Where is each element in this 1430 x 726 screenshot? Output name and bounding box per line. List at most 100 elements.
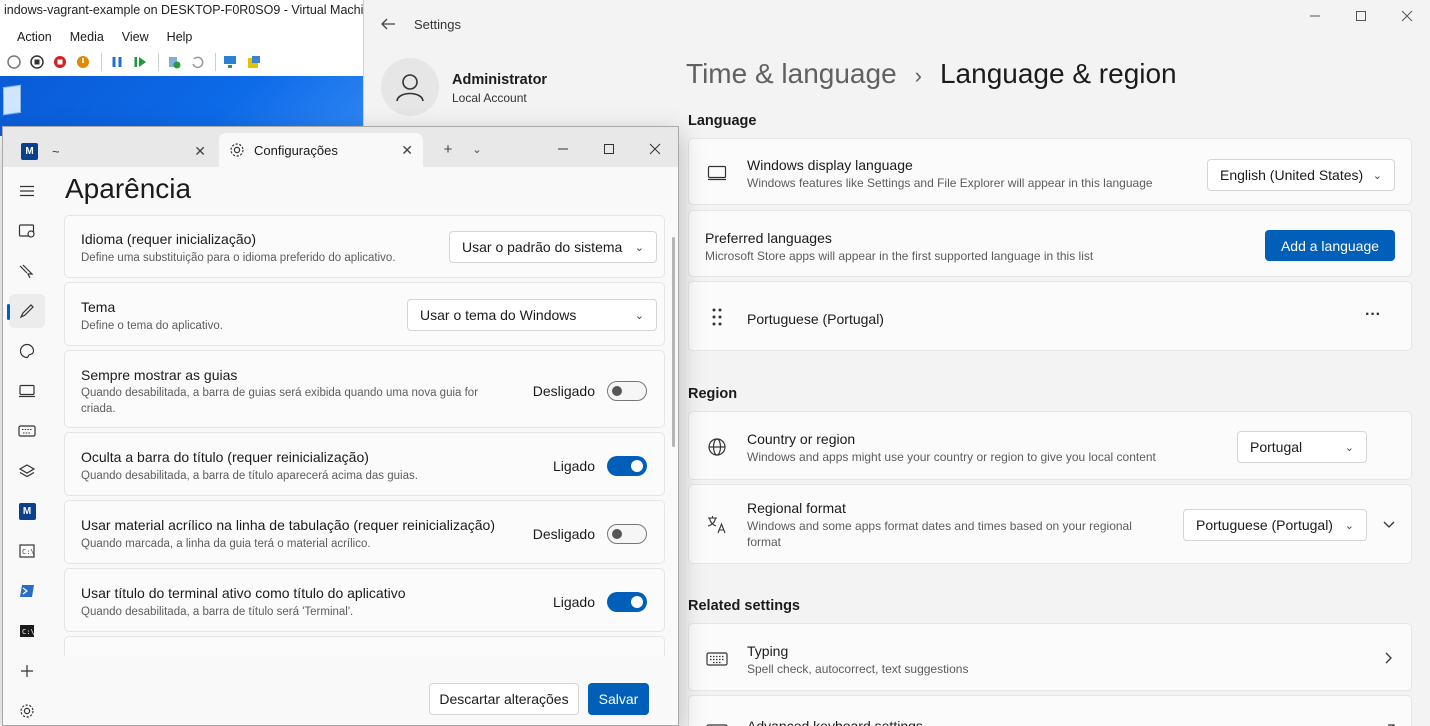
nav-add-profile-icon[interactable] — [9, 654, 45, 688]
monitor-icon — [705, 163, 729, 183]
country-region-subtitle: Windows and apps might use your country … — [747, 450, 1156, 464]
resume-icon[interactable] — [130, 52, 150, 72]
typing-card[interactable]: Typing Spell check, autocorrect, text su… — [688, 623, 1412, 691]
setting-subtitle: Define o tema do aplicativo. — [81, 320, 223, 332]
dropdown-chevron-icon[interactable]: ⌄ — [465, 135, 489, 163]
account-type: Local Account — [452, 91, 527, 105]
keyboard-icon — [705, 648, 729, 670]
menu-media[interactable]: Media — [61, 28, 113, 48]
tab-settings[interactable]: Configurações ✕ — [219, 133, 423, 167]
pause-icon[interactable] — [107, 52, 127, 72]
nav-appearance-icon[interactable] — [7, 294, 45, 328]
turn-off-icon[interactable] — [50, 52, 70, 72]
language-name: Portuguese (Portugal) — [747, 311, 884, 327]
drag-handle-icon[interactable] — [707, 306, 727, 328]
menu-action[interactable]: Action — [8, 28, 61, 48]
nav-color-schemes-icon[interactable] — [9, 334, 45, 368]
enhanced-session-icon[interactable] — [221, 52, 241, 72]
close-tab-icon[interactable]: ✕ — [194, 135, 206, 167]
breadcrumb-parent[interactable]: Time & language — [686, 58, 897, 90]
language-dropdown-value: Usar o padrão do sistema — [462, 239, 623, 255]
hamburger-menu-icon[interactable] — [9, 174, 45, 208]
revert-icon[interactable] — [187, 52, 207, 72]
close-tab-icon[interactable]: ✕ — [401, 133, 413, 167]
tab-powershell[interactable]: M ~ ✕ — [11, 135, 216, 167]
nav-profile-cmd-icon[interactable]: C:\ — [9, 534, 45, 568]
nav-startup-icon[interactable] — [9, 214, 45, 248]
language-dropdown[interactable]: Usar o padrão do sistema ⌄ — [449, 231, 657, 263]
more-options-icon[interactable]: ··· — [1365, 306, 1381, 324]
language-setting-card: Idioma (requer inicialização) Define uma… — [64, 215, 665, 278]
recycle-bin-icon[interactable] — [3, 84, 21, 116]
discard-changes-button[interactable]: Descartar alterações — [429, 683, 579, 715]
setting-title: Tema — [81, 299, 116, 315]
close-button[interactable] — [639, 135, 671, 163]
regional-format-card[interactable]: Regional format Windows and some apps fo… — [688, 484, 1412, 564]
country-value: Portugal — [1250, 439, 1303, 455]
close-button[interactable] — [1384, 0, 1430, 32]
country-dropdown[interactable]: Portugal ⌄ — [1237, 431, 1367, 463]
nav-profile-cmd2-icon[interactable]: C:\ — [9, 614, 45, 648]
ctrl-alt-del-icon[interactable] — [4, 52, 24, 72]
avatar[interactable] — [381, 58, 439, 116]
setting-title: Sempre mostrar as guias — [81, 367, 238, 383]
language-format-icon — [705, 513, 729, 535]
back-arrow-icon[interactable] — [378, 15, 398, 33]
minimize-button[interactable] — [547, 135, 579, 163]
theme-dropdown[interactable]: Usar o tema do Windows ⌄ — [407, 299, 657, 331]
start-icon[interactable] — [27, 52, 47, 72]
preferred-languages-subtitle: Microsoft Store apps will appear in the … — [705, 249, 1094, 263]
chevron-right-icon — [1379, 648, 1399, 668]
new-tab-button[interactable]: + — [435, 135, 461, 163]
menu-view[interactable]: View — [113, 28, 158, 48]
active-title-toggle[interactable] — [607, 592, 647, 612]
theme-setting-card: Tema Define o tema do aplicativo. Usar o… — [64, 282, 665, 346]
external-link-icon — [1379, 720, 1399, 726]
nav-defaults-layers-icon[interactable] — [9, 454, 45, 488]
related-settings-heading: Related settings — [688, 598, 800, 614]
advanced-keyboard-card[interactable]: Advanced keyboard settings — [688, 695, 1412, 726]
hide-titlebar-card: Oculta a barra do título (requer reinici… — [64, 432, 665, 496]
breadcrumb-separator: › — [914, 63, 922, 88]
add-language-button[interactable]: Add a language — [1265, 230, 1395, 261]
nav-rendering-icon[interactable] — [9, 374, 45, 408]
svg-text:C:\: C:\ — [22, 628, 35, 636]
scrollbar[interactable] — [672, 237, 675, 447]
nav-profile-powershell-icon[interactable] — [9, 574, 45, 608]
maximize-button[interactable] — [1338, 0, 1384, 32]
share-icon[interactable] — [244, 52, 264, 72]
svg-text:C:\: C:\ — [22, 548, 35, 556]
vm-toolbar — [0, 50, 365, 74]
shutdown-icon[interactable] — [73, 52, 93, 72]
window-controls — [1292, 0, 1430, 32]
vm-window-title: indows-vagrant-example on DESKTOP-F0R0SO… — [4, 3, 397, 17]
expand-chevron-icon[interactable] — [1379, 515, 1399, 535]
settings-nav-sidebar: M C:\ C:\ — [3, 167, 51, 725]
nav-settings-gear-icon[interactable] — [9, 694, 45, 726]
maximize-button[interactable] — [593, 135, 625, 163]
nav-profile-terminal-icon[interactable]: M — [9, 494, 45, 528]
keyboard-icon — [705, 720, 729, 726]
nav-interaction-icon[interactable] — [9, 254, 45, 288]
appearance-page-title: Aparência — [65, 173, 192, 204]
partial-setting-card — [64, 636, 665, 656]
hide-titlebar-toggle[interactable] — [607, 456, 647, 476]
always-show-tabs-toggle[interactable] — [607, 381, 647, 401]
checkpoint-icon[interactable] — [164, 52, 184, 72]
settings-title: Settings — [414, 17, 461, 32]
menu-help[interactable]: Help — [158, 28, 202, 48]
terminal-window: M ~ ✕ Configurações ✕ + ⌄ M C:\ C:\ Apar… — [2, 126, 679, 726]
language-list-item[interactable]: Portuguese (Portugal) ··· — [688, 281, 1412, 351]
preferred-languages-title: Preferred languages — [705, 230, 832, 246]
display-language-dropdown[interactable]: English (United States) ⌄ — [1207, 159, 1395, 191]
country-region-card: Country or region Windows and apps might… — [688, 411, 1412, 480]
minimize-button[interactable] — [1292, 0, 1338, 32]
chevron-down-icon: ⌄ — [1372, 169, 1382, 182]
regional-format-dropdown[interactable]: Portuguese (Portugal) ⌄ — [1183, 509, 1367, 541]
typing-subtitle: Spell check, autocorrect, text suggestio… — [747, 662, 969, 676]
acrylic-tabrow-toggle[interactable] — [607, 524, 647, 544]
save-button[interactable]: Salvar — [588, 683, 649, 715]
nav-actions-keyboard-icon[interactable] — [9, 414, 45, 448]
toggle-state-label: Ligado — [552, 594, 595, 610]
acrylic-tabrow-card: Usar material acrílico na linha de tabul… — [64, 500, 665, 564]
